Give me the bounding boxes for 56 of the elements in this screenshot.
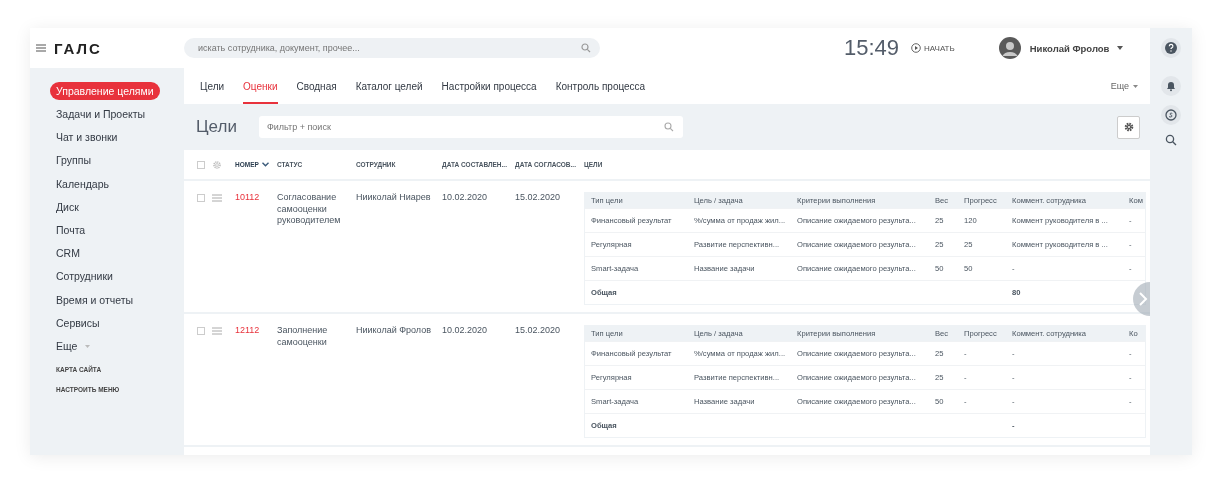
user-name[interactable]: Николай Фролов (1029, 42, 1110, 54)
sidebar-item[interactable]: Диск (50, 195, 85, 219)
bell-icon[interactable] (1161, 76, 1181, 96)
search-field[interactable]: искать сотрудника, документ, прочее... (184, 38, 600, 58)
caret-icon (1133, 84, 1138, 88)
more-tabs-link[interactable]: Еще (1110, 68, 1129, 104)
sidebar-item[interactable]: Почта (50, 218, 92, 243)
sidebar-item[interactable]: CRM (50, 242, 86, 266)
table-cell-text: 15.02.2020 (515, 192, 562, 204)
avatar[interactable] (998, 37, 1021, 59)
sidebar-item[interactable]: Группы (50, 149, 97, 173)
checkbox[interactable] (197, 327, 205, 335)
sidebar-item[interactable]: Время и отчеты (50, 288, 140, 312)
sidebar-item[interactable]: Чат и звонки (50, 126, 124, 150)
help-icon[interactable] (1161, 38, 1181, 58)
page-title: Цели (196, 117, 238, 137)
table-cell-text: Нииколай Фролов (356, 325, 432, 337)
number-link[interactable]: 12112 (235, 325, 277, 337)
table-cell-text: 15.02.2020 (515, 325, 562, 337)
sidebar-item[interactable]: Задачи и Проекты (50, 103, 152, 127)
chat-icon[interactable] (1161, 105, 1181, 125)
drag-handle-icon[interactable] (212, 194, 222, 202)
start-button[interactable]: НАЧАТЬ (905, 42, 961, 54)
filter-field[interactable]: Фильтр + поиск (259, 116, 683, 138)
table-cell-text: 10.02.2020 (442, 192, 489, 204)
gear-icon (1122, 121, 1135, 133)
sidebar-item[interactable]: Сервисы (50, 311, 106, 335)
sidebar-item[interactable]: Управление целями (50, 82, 160, 100)
menu-icon[interactable] (36, 44, 46, 52)
table-cell-text: 10.02.2020 (442, 325, 489, 337)
search-icon (664, 122, 674, 132)
sidebar-more[interactable]: Еще (50, 334, 84, 359)
tab[interactable]: Цели (200, 70, 225, 104)
number-link[interactable]: 10112 (235, 192, 277, 204)
tab[interactable]: Контроль процесса (555, 70, 646, 104)
sidebar-item[interactable]: Календарь (50, 172, 115, 196)
settings-button[interactable] (1117, 115, 1140, 139)
tab[interactable]: Сводная (296, 70, 337, 104)
search-icon[interactable] (1165, 134, 1177, 146)
table-cell-text: Заполнение самооценки (277, 325, 329, 348)
logo[interactable]: ГАЛС (54, 39, 102, 57)
settings-icon[interactable] (212, 159, 222, 170)
checkbox[interactable] (197, 194, 205, 202)
caret-icon[interactable] (1117, 46, 1124, 50)
search-icon (581, 43, 591, 53)
chevron-icon (261, 162, 269, 167)
table-cell-text: Нииколай Ниарев (356, 192, 432, 204)
tab[interactable]: Настройки процесса (441, 70, 537, 104)
caret-icon (85, 344, 91, 348)
play-icon (911, 43, 922, 53)
clock: 15:49 (844, 35, 900, 61)
drag-handle-icon[interactable] (212, 327, 222, 335)
checkbox[interactable] (197, 160, 205, 169)
sidebar-item[interactable]: Сотрудники (50, 265, 119, 289)
tab[interactable]: Каталог целей (355, 70, 423, 104)
table-cell-text: Согласование самооценки руководителем (277, 192, 342, 227)
